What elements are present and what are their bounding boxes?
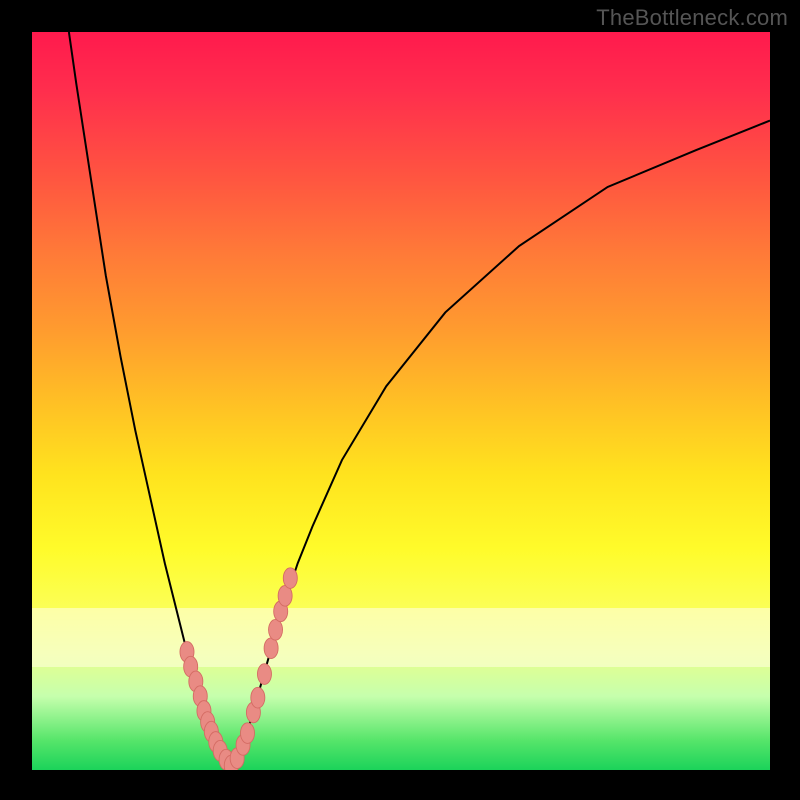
- chart-frame: TheBottleneck.com: [0, 0, 800, 800]
- curve-layer: [69, 32, 770, 766]
- data-point: [251, 687, 265, 708]
- data-point: [269, 619, 283, 640]
- curve-bottleneck-curve-right: [231, 121, 770, 767]
- plot-area: [32, 32, 770, 770]
- plot-svg: [32, 32, 770, 770]
- watermark-text: TheBottleneck.com: [596, 5, 788, 31]
- data-point: [240, 723, 254, 744]
- marker-layer: [180, 568, 297, 770]
- data-point: [264, 638, 278, 659]
- curve-bottleneck-curve-left: [69, 32, 231, 766]
- data-point: [283, 568, 297, 589]
- data-point: [257, 664, 271, 685]
